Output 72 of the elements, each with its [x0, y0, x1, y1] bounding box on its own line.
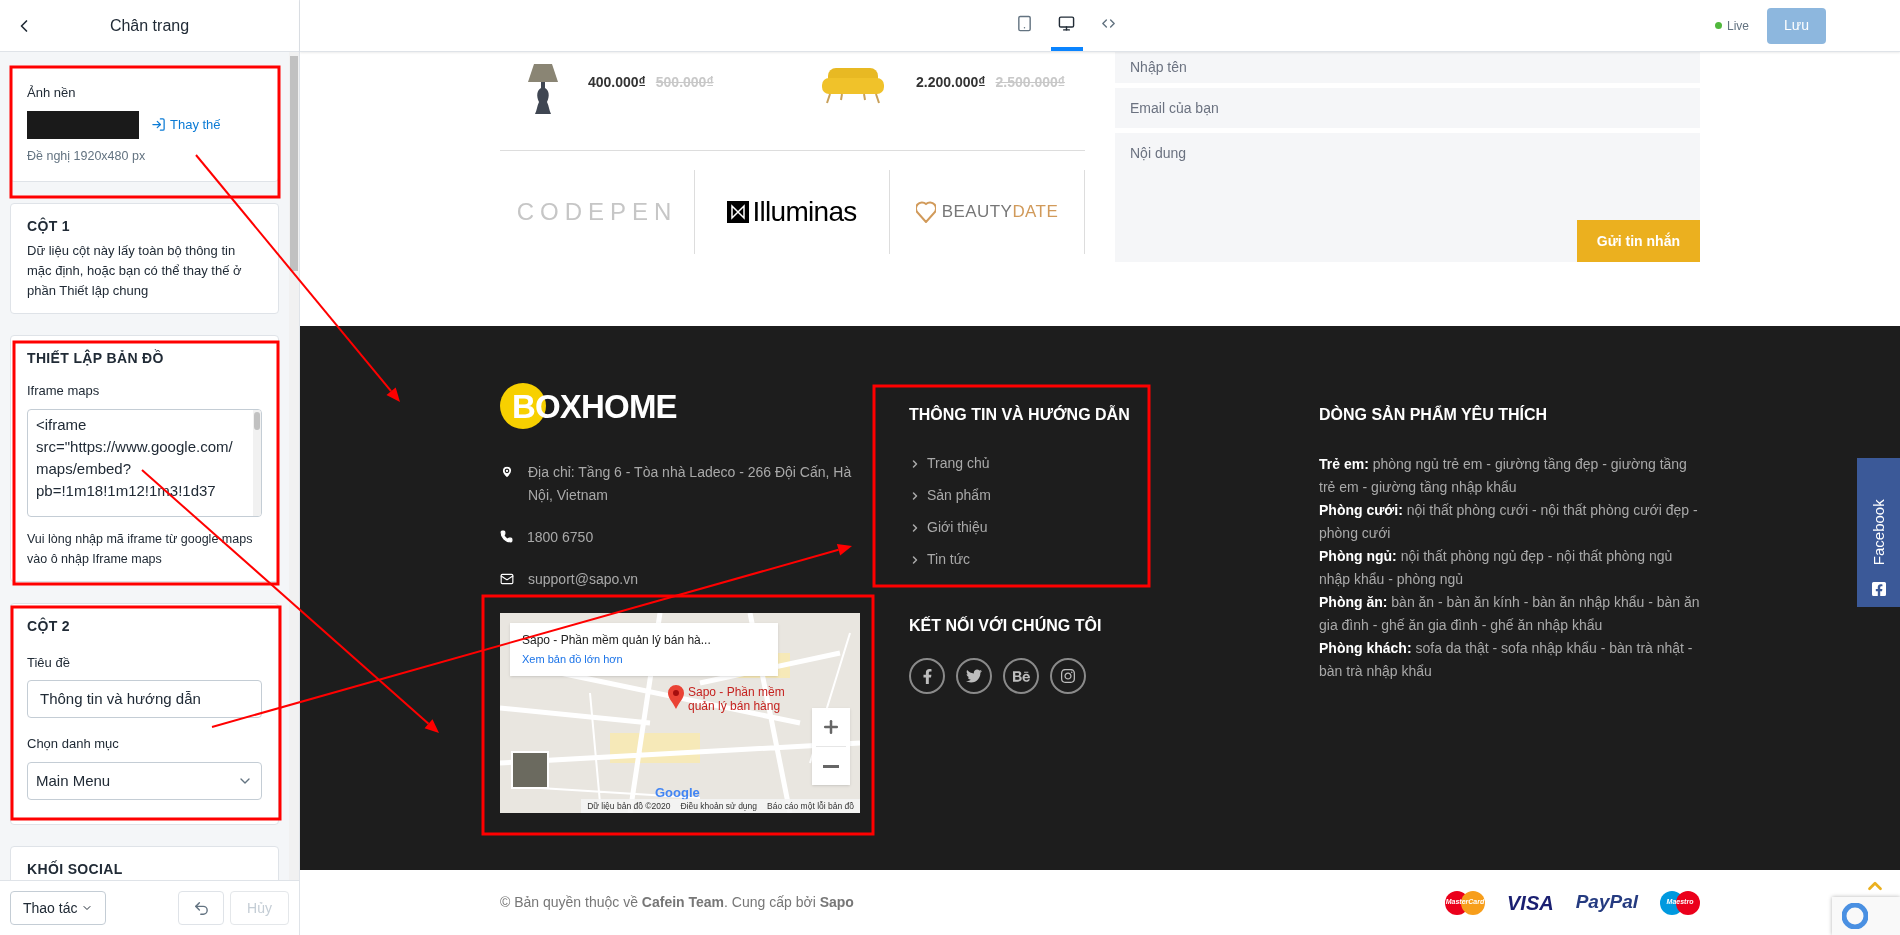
replace-icon: [151, 117, 166, 132]
field-hint: Đề nghị 1920x480 px: [27, 147, 147, 165]
pin-label: Sapo - Phần mềm quản lý bán hàng: [688, 685, 786, 713]
social-link[interactable]: [1050, 658, 1086, 694]
brand-logo: Illuminas: [727, 191, 857, 233]
social-link[interactable]: [956, 658, 992, 694]
replace-link[interactable]: Thay thế: [151, 114, 221, 135]
larger-map-link[interactable]: Xem bản đồ lớn hơn: [522, 651, 766, 668]
map-attribution: Dữ liệu bản đồ ©2020: [587, 800, 671, 813]
undo-icon: [192, 899, 210, 917]
facebook-side-tab[interactable]: Facebook: [1857, 458, 1900, 607]
section-title: CỘT 2: [27, 616, 71, 636]
section-title: THIẾT LẬP BẢN ĐỒ: [27, 348, 165, 369]
footer-link[interactable]: Trang chủ: [909, 453, 1319, 474]
copyright-text: © Bản quyền thuộc về Cafein Team. Cung cấp bởi Sapo: [500, 893, 854, 912]
actions-dropdown[interactable]: Thao tác: [10, 891, 107, 925]
bowtie-icon: [727, 201, 750, 223]
status-label: Live: [1727, 17, 1750, 35]
social-link[interactable]: [909, 658, 945, 694]
scrollbar-thumb[interactable]: [254, 411, 260, 430]
product-price: 2.200.000₫: [916, 73, 986, 92]
field-label: Ảnh nền: [27, 84, 77, 102]
side-tab-label: Facebook: [1868, 498, 1888, 565]
panel-title: Chân trang: [108, 15, 191, 36]
scrollbar-thumb[interactable]: [290, 56, 298, 271]
image-thumbnail[interactable]: [27, 110, 139, 139]
phone-icon: [500, 530, 513, 543]
brand-logo: BEAUTYDATE: [915, 199, 1059, 225]
heart-pin-icon: [915, 201, 936, 223]
field-label: Tiêu đề: [27, 653, 71, 672]
satellite-toggle[interactable]: [511, 751, 549, 789]
map-attribution[interactable]: Điều khoản sử dụng: [680, 799, 758, 813]
footer-link[interactable]: Sản phẩm: [909, 485, 1319, 506]
place-name: Sapo - Phần mềm quản lý bán hà...: [522, 632, 712, 649]
contact-text: 1800 6750: [527, 528, 594, 547]
column-heading: KẾT NỐI VỚI CHÚNG TÔI: [909, 615, 1103, 636]
field-label: Chọn danh mục: [27, 735, 120, 754]
brand-logo: CODEPEN: [516, 197, 678, 227]
recaptcha-icon: [1842, 903, 1868, 929]
bird-icon: [966, 668, 982, 684]
section-description: Dữ liệu cột này lấy toàn bộ thông tin mặc định, hoặc bạn có thể thay thế ở phần Thiết lập chung: [27, 242, 243, 301]
field-hint: Vui lòng nhập mã iframe từ google maps vào ô nhập Iframe maps: [27, 530, 254, 568]
location-pin-icon: [500, 465, 514, 479]
contact-text: Địa chỉ: Tầng 6 - Tòa nhà Ladeco - 266 Đội Cấn, Hà Nội, Vietnam: [528, 463, 853, 505]
footer-link[interactable]: Giới thiệu: [909, 517, 1319, 538]
social-link[interactable]: [1003, 658, 1039, 694]
product-category-text: Phòng khách: sofa da thật - sofa nhập khẩu - bàn trà nhật - bàn trà nhập khẩu: [1319, 639, 1694, 681]
map-attribution[interactable]: Báo cáo một lỗi bản đồ: [767, 799, 854, 813]
column-heading: THÔNG TIN VÀ HƯỚNG DẪN: [909, 404, 1131, 425]
column-heading: DÒNG SẢN PHẨM YÊU THÍCH: [1319, 404, 1549, 425]
mail-icon: [500, 572, 514, 586]
tablet-icon: [1016, 15, 1033, 32]
map-logo: Google: [655, 784, 700, 802]
contact-text: support@sapo.vn: [528, 570, 638, 589]
camera-icon: [1060, 668, 1076, 684]
minus-icon: [823, 764, 839, 768]
section-title: KHỐI SOCIAL: [27, 859, 124, 879]
section-title: CỘT 1: [27, 216, 71, 237]
plus-icon: [821, 717, 841, 737]
map-pin-icon: [668, 685, 684, 709]
title-input[interactable]: Thông tin và hướng dẫn: [27, 680, 262, 719]
footer-link[interactable]: Tin tức: [909, 549, 1319, 570]
category-select[interactable]: Main Menu: [27, 761, 262, 800]
card-logo: PayPal: [1575, 890, 1638, 915]
product-price: 400.000₫: [588, 73, 646, 92]
map[interactable]: Sapo - Phần mềm quản lý bán hà... Xem bản đồ lớn hơn Sapo - Phần mềm quản lý bán hàng Google Dữ liệu bản đồ ©2020 Điều khoản sử dụng Báo cáo một lỗi bản đồ: [500, 613, 860, 813]
card-logo: VISA: [1507, 890, 1554, 916]
name-input[interactable]: Nhập tên: [1115, 52, 1700, 83]
undo-button[interactable]: [178, 891, 225, 925]
field-label: Iframe maps: [27, 382, 101, 401]
desktop-icon: [1058, 15, 1075, 32]
email-input[interactable]: Email của bạn: [1115, 88, 1700, 128]
